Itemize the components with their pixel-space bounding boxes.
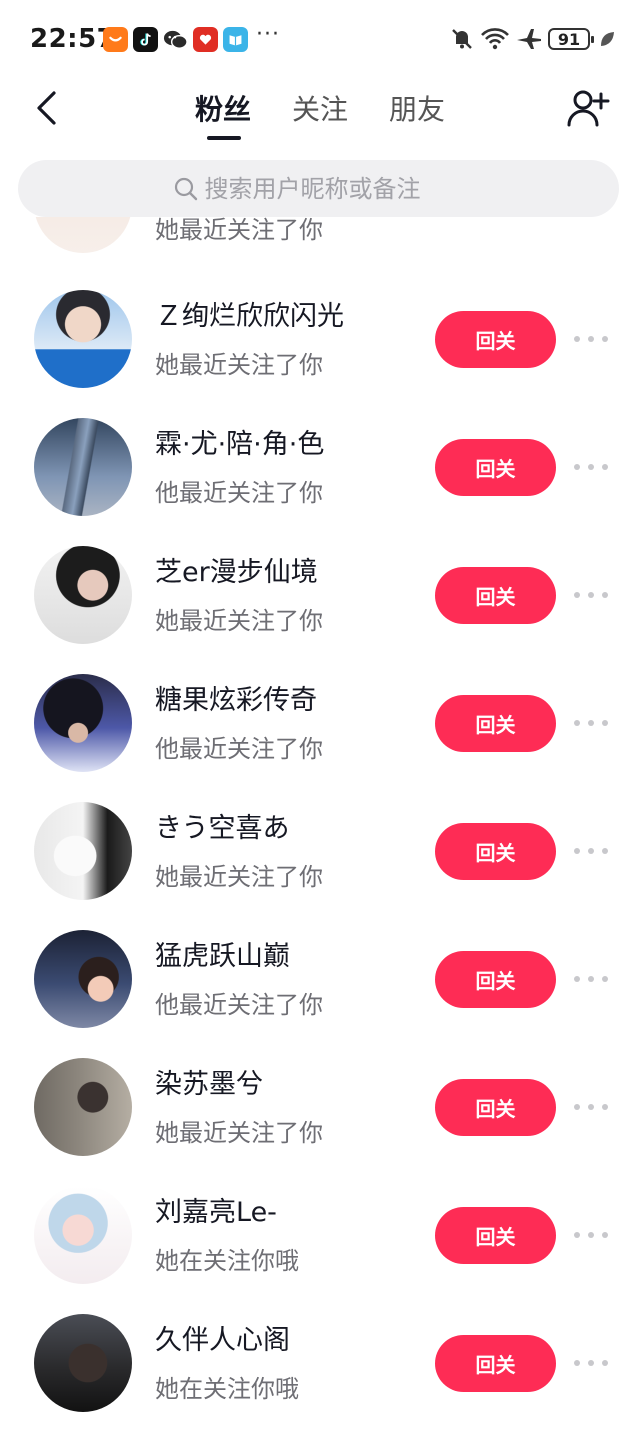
follow-back-button[interactable]: 回关 <box>435 1079 556 1136</box>
list-item[interactable]: 久伴人心阁 她在关注你哦 回关 <box>0 1314 640 1429</box>
list-item[interactable]: 猛虎跃山巅 他最近关注了你 回关 <box>0 930 640 1058</box>
follow-status: 他最近关注了你 <box>155 479 323 507</box>
avatar[interactable] <box>34 674 132 772</box>
battery-icon: 91 <box>548 28 594 50</box>
search-icon <box>174 177 197 200</box>
more-options-icon[interactable] <box>574 1226 608 1244</box>
header: 粉丝 关注 朋友 <box>0 78 640 148</box>
tab-following[interactable]: 关注 <box>292 88 348 128</box>
wechat-icon <box>163 27 188 52</box>
more-options-icon[interactable] <box>574 714 608 732</box>
search-bar[interactable] <box>18 160 619 217</box>
avatar[interactable] <box>34 802 132 900</box>
add-user-icon <box>567 90 610 127</box>
leaf-icon <box>601 32 614 46</box>
list-item[interactable]: 糖果炫彩传奇 他最近关注了你 回关 <box>0 674 640 802</box>
more-notifications-icon: ··· <box>256 22 280 47</box>
more-options-icon[interactable] <box>574 1354 608 1372</box>
user-name[interactable]: きう空喜あ <box>155 806 289 845</box>
avatar[interactable] <box>34 418 132 516</box>
more-options-icon[interactable] <box>574 842 608 860</box>
follow-back-button[interactable]: 回关 <box>435 567 556 624</box>
pinduoduo-icon <box>193 27 218 52</box>
add-friend-button[interactable] <box>566 86 610 130</box>
status-bar: 22:57 ··· 91 <box>0 0 640 78</box>
follow-status: 她最近关注了你 <box>155 351 323 379</box>
search-input[interactable] <box>204 174 465 203</box>
follow-status: 她最近关注了你 <box>155 607 323 635</box>
follow-back-button[interactable]: 回关 <box>435 439 556 496</box>
follow-status: 她在关注你哦 <box>155 1375 299 1403</box>
follow-status: 她最近关注了你 <box>155 1119 323 1147</box>
follow-status: 她在关注你哦 <box>155 1247 299 1275</box>
more-options-icon[interactable] <box>574 330 608 348</box>
list-item[interactable]: 染苏墨兮 她最近关注了你 回关 <box>0 1058 640 1186</box>
follow-status: 她最近关注了你 <box>155 217 323 244</box>
avatar[interactable] <box>34 1314 132 1412</box>
tab-friends[interactable]: 朋友 <box>389 88 445 128</box>
fans-list: 她最近关注了你 Ｚ绚烂欣欣闪光 她最近关注了你 回关 霖·尤·陪·角·色 他最近… <box>0 217 640 1429</box>
follow-status: 他最近关注了你 <box>155 991 323 1019</box>
avatar[interactable] <box>34 1058 132 1156</box>
back-button[interactable] <box>26 86 66 130</box>
follow-back-button[interactable]: 回关 <box>435 1207 556 1264</box>
user-name[interactable]: 芝er漫步仙境 <box>155 550 318 589</box>
mute-icon <box>452 29 472 49</box>
back-arrow-icon <box>37 91 56 125</box>
user-name[interactable]: 霖·尤·陪·角·色 <box>155 422 324 461</box>
follow-back-button[interactable]: 回关 <box>435 695 556 752</box>
avatar[interactable] <box>34 217 132 253</box>
list-item[interactable]: 霖·尤·陪·角·色 他最近关注了你 回关 <box>0 418 640 546</box>
list-item[interactable]: Ｚ绚烂欣欣闪光 她最近关注了你 回关 <box>0 290 640 418</box>
list-item[interactable]: 她最近关注了你 <box>0 217 640 283</box>
more-options-icon[interactable] <box>574 970 608 988</box>
follow-status: 她最近关注了你 <box>155 863 323 891</box>
user-name[interactable]: Ｚ绚烂欣欣闪光 <box>155 294 344 333</box>
user-name[interactable]: 刘嘉亮Le- <box>155 1190 277 1229</box>
taobao-icon <box>103 27 128 52</box>
user-name[interactable]: 猛虎跃山巅 <box>155 934 290 973</box>
user-name[interactable]: 糖果炫彩传奇 <box>155 678 317 717</box>
list-item[interactable]: 芝er漫步仙境 她最近关注了你 回关 <box>0 546 640 674</box>
list-item[interactable]: 刘嘉亮Le- 她在关注你哦 回关 <box>0 1186 640 1314</box>
more-options-icon[interactable] <box>574 586 608 604</box>
reader-icon <box>223 27 248 52</box>
more-options-icon[interactable] <box>574 458 608 476</box>
wifi-icon <box>481 28 509 50</box>
tiktok-icon <box>133 27 158 52</box>
avatar[interactable] <box>34 290 132 388</box>
avatar[interactable] <box>34 546 132 644</box>
active-tab-indicator <box>207 136 241 140</box>
user-name[interactable]: 久伴人心阁 <box>155 1318 290 1357</box>
tab-fans[interactable]: 粉丝 <box>195 88 251 128</box>
airplane-icon <box>517 29 541 49</box>
list-item[interactable]: きう空喜あ 她最近关注了你 回关 <box>0 802 640 930</box>
more-options-icon[interactable] <box>574 1098 608 1116</box>
follow-status: 他最近关注了你 <box>155 735 323 763</box>
follow-back-button[interactable]: 回关 <box>435 1335 556 1392</box>
follow-back-button[interactable]: 回关 <box>435 823 556 880</box>
avatar[interactable] <box>34 1186 132 1284</box>
user-name[interactable]: 染苏墨兮 <box>155 1062 263 1101</box>
avatar[interactable] <box>34 930 132 1028</box>
follow-back-button[interactable]: 回关 <box>435 951 556 1008</box>
follow-back-button[interactable]: 回关 <box>435 311 556 368</box>
